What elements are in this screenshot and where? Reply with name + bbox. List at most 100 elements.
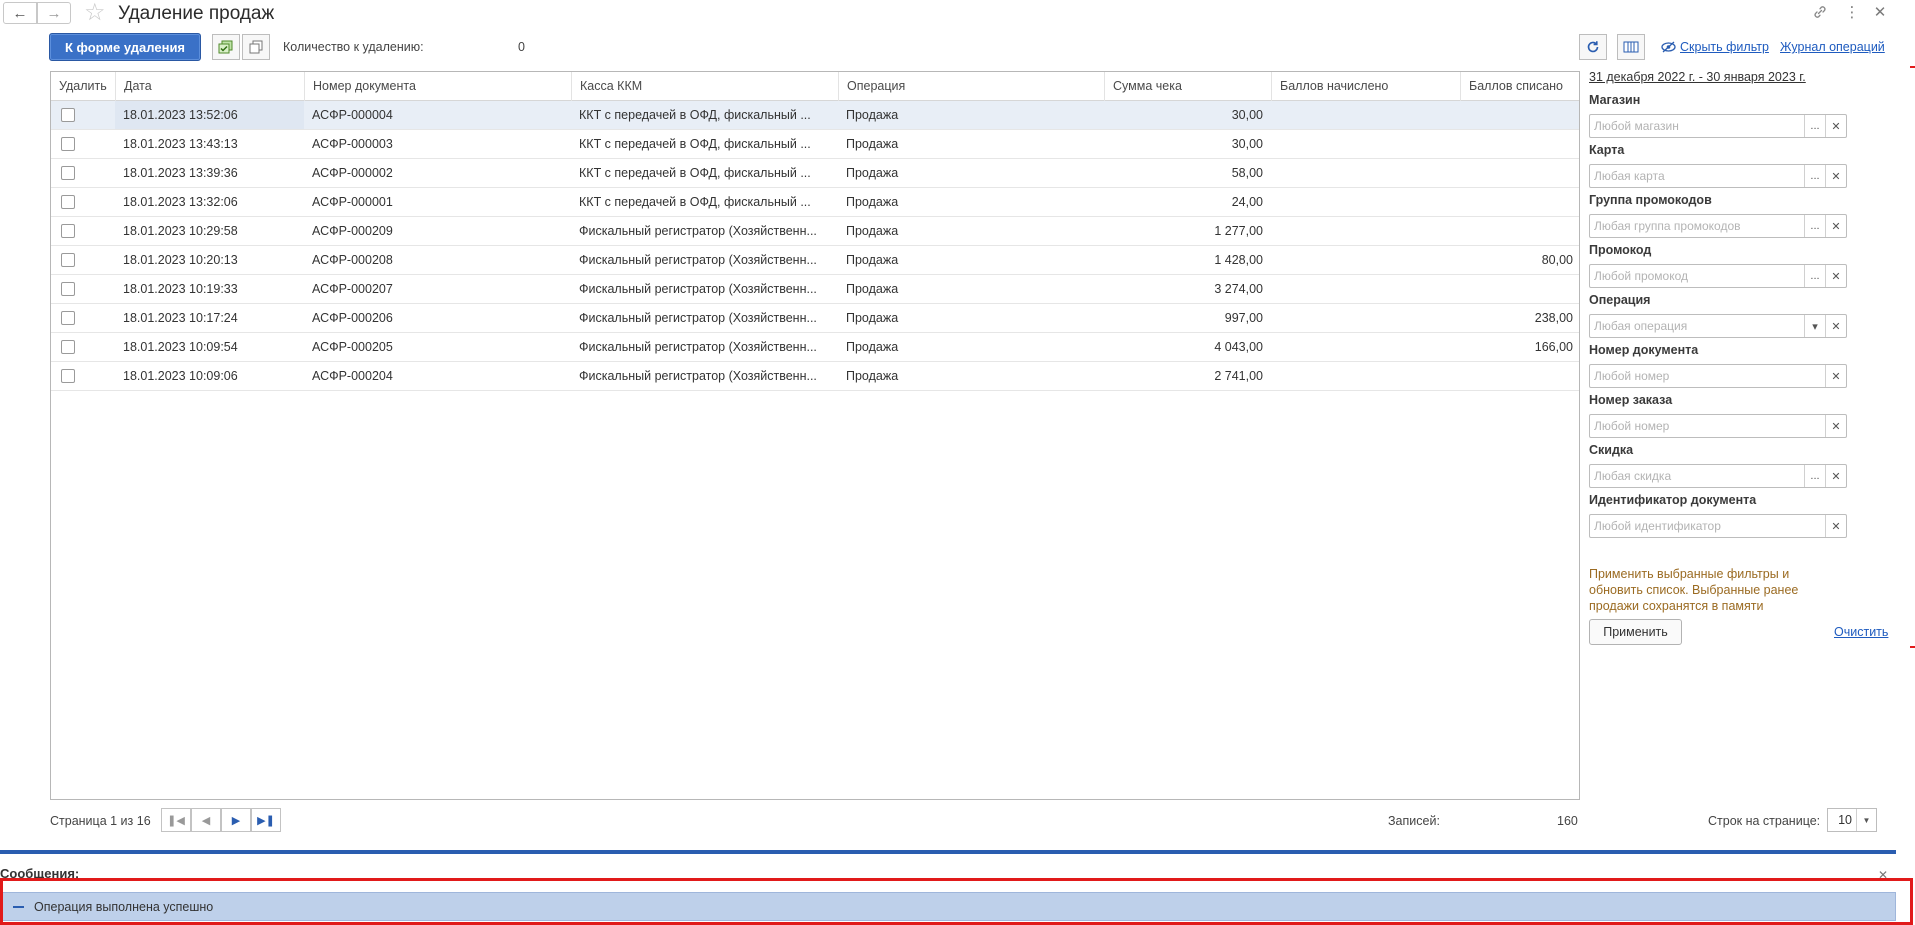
col-kkm-cell: Фискальный регистратор (Хозяйственн...	[579, 340, 817, 354]
col-sum-cell: 1 277,00	[1214, 224, 1263, 238]
clear-icon[interactable]: ✕	[1825, 215, 1846, 237]
delete-checkbox[interactable]	[61, 137, 75, 151]
filter-input[interactable]: Любой номер ✕	[1589, 364, 1847, 388]
filter-input[interactable]: Любая операция ✕ ▾	[1589, 314, 1847, 338]
clear-icon[interactable]: ✕	[1825, 515, 1846, 537]
delete-checkbox[interactable]	[61, 166, 75, 180]
delete-checkbox[interactable]	[61, 224, 75, 238]
col-sum-cell: 2 741,00	[1214, 369, 1263, 383]
collapse-icon[interactable]	[13, 906, 24, 908]
col-date-cell: 18.01.2023 13:39:36	[123, 166, 238, 180]
col-points-written-cell	[1460, 275, 1579, 303]
clear-icon[interactable]: ✕	[1825, 115, 1846, 137]
filter-input[interactable]: Любая карта ✕...	[1589, 164, 1847, 188]
edge-marker-top	[1910, 66, 1915, 68]
choose-icon[interactable]: ...	[1804, 465, 1825, 487]
message-text: Операция выполнена успешно	[34, 900, 214, 914]
clear-icon[interactable]: ✕	[1825, 365, 1846, 387]
link-icon[interactable]	[1810, 2, 1830, 22]
first-page-button[interactable]: ❚◀	[161, 808, 191, 832]
to-delete-form-button[interactable]: К форме удаления	[49, 33, 201, 61]
clear-link[interactable]: Очистить	[1834, 625, 1888, 639]
rows-per-page-label: Строк на странице:	[1708, 814, 1821, 828]
filter-input[interactable]: Любая группа промокодов ✕...	[1589, 214, 1847, 238]
col-sum-header[interactable]: Сумма чека	[1104, 72, 1271, 101]
delete-checkbox[interactable]	[61, 253, 75, 267]
col-operation-header[interactable]: Операция	[838, 72, 1104, 101]
last-page-button[interactable]: ▶❚	[251, 808, 281, 832]
hide-filter-link[interactable]: Скрыть фильтр	[1661, 40, 1769, 54]
table-row[interactable]: 18.01.2023 10:17:24 АСФР-000206 Фискальный…	[51, 304, 1579, 333]
col-operation-cell: Продажа	[846, 282, 899, 296]
next-page-button[interactable]: ▶	[221, 808, 251, 832]
favorite-star-icon[interactable]: ☆	[84, 1, 106, 25]
table-row[interactable]: 18.01.2023 10:09:06 АСФР-000204 Фискальный…	[51, 362, 1579, 391]
table-row[interactable]: 18.01.2023 10:09:54 АСФР-000205 Фискальный…	[51, 333, 1579, 362]
delete-checkbox[interactable]	[61, 369, 75, 383]
table-row[interactable]: 18.01.2023 13:39:36 АСФР-000002 ККТ с пере…	[51, 159, 1579, 188]
filter-input[interactable]: Любая скидка ✕...	[1589, 464, 1847, 488]
clear-icon[interactable]: ✕	[1825, 465, 1846, 487]
filter-placeholder: Любая операция	[1594, 319, 1688, 333]
hide-filter-label[interactable]: Скрыть фильтр	[1680, 40, 1769, 54]
clear-icon[interactable]: ✕	[1825, 265, 1846, 287]
delete-checkbox[interactable]	[61, 108, 75, 122]
prev-page-button[interactable]: ◀	[191, 808, 221, 832]
table-row[interactable]: 18.01.2023 13:43:13 АСФР-000003 ККТ с пере…	[51, 130, 1579, 159]
eye-hidden-icon	[1661, 41, 1676, 53]
refresh-button[interactable]	[1579, 34, 1607, 60]
select-all-button[interactable]	[212, 34, 240, 60]
col-points-accrued-header[interactable]: Баллов начислено	[1271, 72, 1460, 101]
operations-log-link[interactable]: Журнал операций	[1780, 40, 1885, 54]
col-points-written-header[interactable]: Баллов списано	[1460, 72, 1579, 101]
filter-input[interactable]: Любой магазин ✕...	[1589, 114, 1847, 138]
table-row[interactable]: 18.01.2023 13:52:06 АСФР-000004 ККТ с пере…	[51, 101, 1579, 130]
col-sum-cell: 30,00	[1231, 108, 1263, 122]
col-points-accrued-cell	[1271, 246, 1460, 274]
filter-label: Номер заказа	[1589, 393, 1673, 407]
table-row[interactable]: 18.01.2023 10:20:13 АСФР-000208 Фискальный…	[51, 246, 1579, 275]
col-operation-cell: Продажа	[846, 224, 899, 238]
filter-label: Идентификатор документа	[1589, 493, 1757, 507]
table-row[interactable]: 18.01.2023 10:29:58 АСФР-000209 Фискальный…	[51, 217, 1579, 246]
col-points-accrued-cell	[1271, 333, 1460, 361]
col-points-accrued-cell	[1271, 362, 1460, 390]
delete-checkbox[interactable]	[61, 282, 75, 296]
col-doc-number-header[interactable]: Номер документа	[304, 72, 571, 101]
table-row[interactable]: 18.01.2023 13:32:06 АСФР-000001 ККТ с пере…	[51, 188, 1579, 217]
clear-icon[interactable]: ✕	[1825, 165, 1846, 187]
filter-input[interactable]: Любой идентификатор ✕	[1589, 514, 1847, 538]
choose-icon[interactable]: ...	[1804, 215, 1825, 237]
choose-icon[interactable]: ...	[1804, 165, 1825, 187]
period-link[interactable]: 31 декабря 2022 г. - 30 января 2023 г.	[1589, 70, 1806, 84]
close-icon[interactable]: ✕	[1870, 2, 1890, 22]
unselect-all-button[interactable]	[242, 34, 270, 60]
page-title: Удаление продаж	[118, 3, 275, 24]
table-row[interactable]: 18.01.2023 10:19:33 АСФР-000207 Фискальный…	[51, 275, 1579, 304]
choose-icon[interactable]: ...	[1804, 265, 1825, 287]
apply-button[interactable]: Применить	[1589, 619, 1682, 645]
rows-per-page-select[interactable]: 10 ▼	[1827, 808, 1877, 832]
messages-divider	[0, 850, 1896, 854]
col-date-header[interactable]: Дата	[115, 72, 304, 101]
col-kkm-header[interactable]: Касса ККМ	[571, 72, 838, 101]
columns-button[interactable]	[1617, 34, 1645, 60]
chevron-down-icon[interactable]: ▾	[1804, 315, 1825, 337]
forward-button[interactable]: →	[37, 2, 71, 24]
clear-icon[interactable]: ✕	[1825, 315, 1846, 337]
back-button[interactable]: ←	[3, 2, 37, 24]
col-doc-number-cell: АСФР-000208	[312, 253, 393, 267]
col-kkm-cell: ККТ с передачей в ОФД, фискальный ...	[579, 137, 811, 151]
more-menu-icon[interactable]: ⋮	[1842, 2, 1862, 22]
messages-close-icon[interactable]: ✕	[1878, 868, 1888, 882]
message-item[interactable]: Операция выполнена успешно	[2, 892, 1896, 921]
filter-input[interactable]: Любой промокод ✕...	[1589, 264, 1847, 288]
choose-icon[interactable]: ...	[1804, 115, 1825, 137]
col-delete-header[interactable]: Удалить	[51, 72, 115, 101]
delete-checkbox[interactable]	[61, 340, 75, 354]
delete-checkbox[interactable]	[61, 195, 75, 209]
filter-input[interactable]: Любой номер ✕	[1589, 414, 1847, 438]
clear-icon[interactable]: ✕	[1825, 415, 1846, 437]
chevron-down-icon[interactable]: ▼	[1856, 809, 1876, 831]
delete-checkbox[interactable]	[61, 311, 75, 325]
